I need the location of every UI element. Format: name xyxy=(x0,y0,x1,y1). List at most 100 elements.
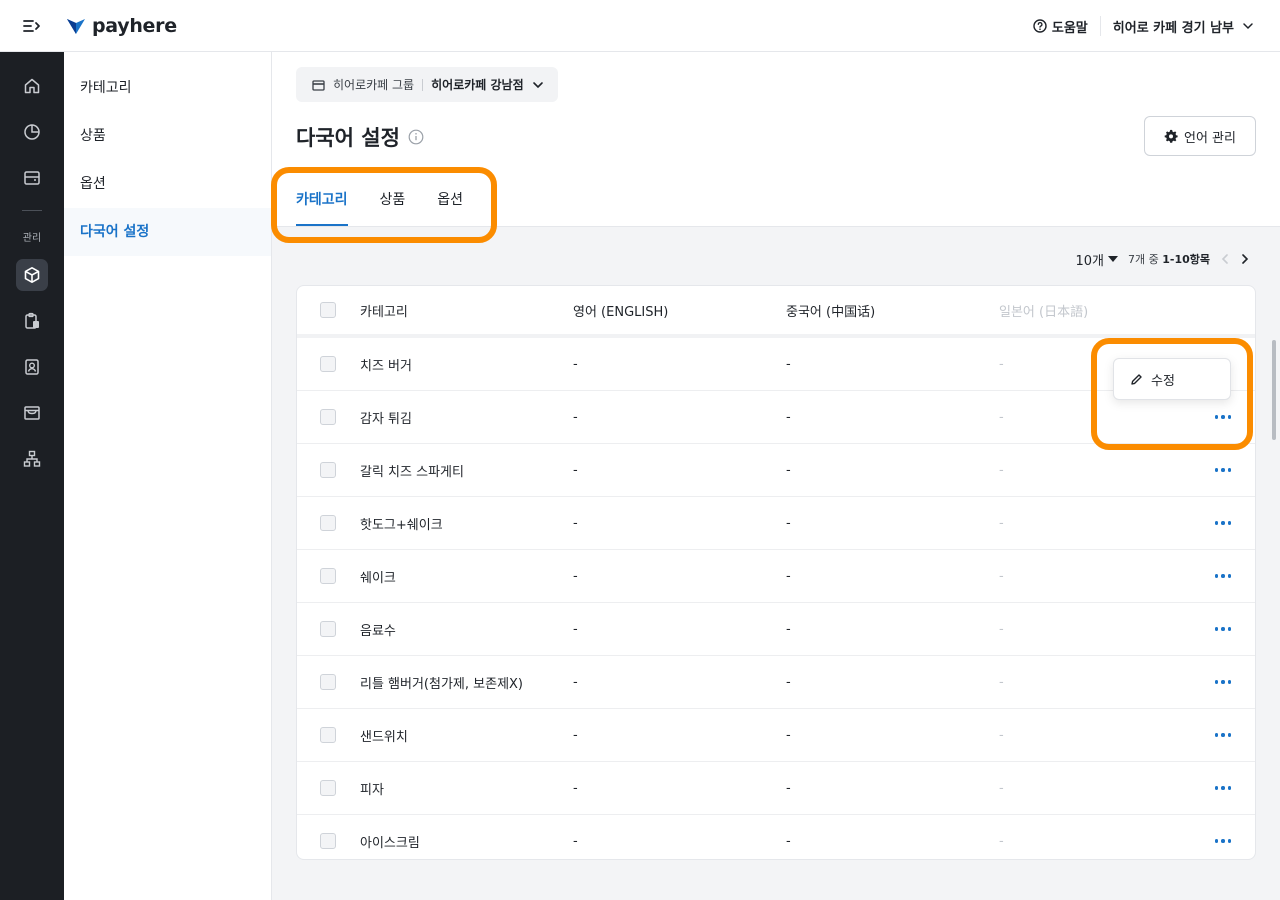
contact-icon[interactable] xyxy=(16,351,48,383)
row-checkbox[interactable] xyxy=(320,674,336,690)
cell-english: - xyxy=(573,515,578,531)
shop-icon xyxy=(312,79,325,91)
gear-icon xyxy=(1164,129,1178,143)
page-title-text: 다국어 설정 xyxy=(296,126,400,150)
column-header-chinese: 중국어 (中国话) xyxy=(786,304,876,320)
row-checkbox[interactable] xyxy=(320,727,336,743)
cell-japanese: - xyxy=(999,515,1004,531)
select-all-checkbox[interactable] xyxy=(320,302,336,318)
cell-japanese: - xyxy=(999,462,1004,478)
cell-chinese: - xyxy=(786,674,791,690)
cell-category: 리틀 햄버거(첨가제, 보존제X) xyxy=(360,676,524,692)
pie-chart-icon[interactable] xyxy=(16,116,48,148)
cell-category: 쉐이크 xyxy=(360,570,396,586)
table-row[interactable]: 리틀 햄버거(첨가제, 보존제X) - - - xyxy=(297,656,1255,709)
row-checkbox[interactable] xyxy=(320,780,336,796)
row-checkbox[interactable] xyxy=(320,568,336,584)
cube-icon[interactable] xyxy=(16,259,48,291)
cell-japanese: - xyxy=(999,833,1004,849)
breadcrumb-divider xyxy=(422,78,424,91)
more-options-icon[interactable] xyxy=(1214,680,1231,684)
page-total: 7개 중 xyxy=(1127,253,1159,266)
store-selector[interactable]: 히어로 카페 경기 남부 xyxy=(1101,17,1254,36)
home-icon[interactable] xyxy=(16,70,48,102)
cell-japanese: - xyxy=(999,568,1004,584)
cell-english: - xyxy=(573,674,578,690)
cell-category: 피자 xyxy=(360,782,384,798)
table-row[interactable]: 갈릭 치즈 스파게티 - - - xyxy=(297,444,1255,497)
cell-category: 아이스크림 xyxy=(360,835,420,851)
store-name-crumb: 히어로카페 강남점 xyxy=(431,78,524,92)
cell-japanese: - xyxy=(999,727,1004,743)
sidebar-item-product[interactable]: 상품 xyxy=(64,112,271,160)
more-options-icon[interactable] xyxy=(1214,839,1231,843)
sidebar-item-option[interactable]: 옵션 xyxy=(64,160,271,208)
cell-category: 감자 튀김 xyxy=(360,411,412,427)
store-breadcrumb[interactable]: 히어로카페 그룹 히어로카페 강남점 xyxy=(296,67,558,102)
cell-category: 핫도그+쉐이크 xyxy=(360,517,443,533)
page-size-select[interactable]: 10개 xyxy=(1075,250,1118,269)
table-row[interactable]: 아이스크림 - - - xyxy=(297,815,1255,859)
table-row[interactable]: 음료수 - - - xyxy=(297,603,1255,656)
row-checkbox[interactable] xyxy=(320,462,336,478)
brand-name: payhere xyxy=(92,14,177,37)
cell-chinese: - xyxy=(786,515,791,531)
table-row[interactable]: 핫도그+쉐이크 - - - xyxy=(297,497,1255,550)
cell-chinese: - xyxy=(786,356,791,372)
top-bar: payhere 도움말 히어로 카페 경기 남부 xyxy=(0,0,1280,52)
org-chart-icon[interactable] xyxy=(16,443,48,475)
cell-chinese: - xyxy=(786,833,791,849)
row-checkbox[interactable] xyxy=(320,409,336,425)
store-name: 히어로 카페 경기 남부 xyxy=(1112,20,1234,36)
cell-chinese: - xyxy=(786,621,791,637)
help-link[interactable]: 도움말 xyxy=(1033,16,1101,36)
more-options-icon[interactable] xyxy=(1214,468,1231,472)
chevron-left-icon[interactable] xyxy=(1220,253,1230,265)
page-range: 1-10항목 xyxy=(1162,253,1210,266)
cell-english: - xyxy=(573,621,578,637)
chevron-right-icon[interactable] xyxy=(1240,253,1250,265)
cell-english: - xyxy=(573,356,578,372)
help-label: 도움말 xyxy=(1051,20,1088,36)
table-header: 카테고리 영어 (ENGLISH) 중국어 (中国话) 일본어 (日本語) xyxy=(297,286,1255,338)
column-header-category: 카테고리 xyxy=(360,304,408,320)
pagination: 10개 7개 중 1-10항목 xyxy=(1075,250,1250,269)
cell-japanese: - xyxy=(999,621,1004,637)
row-checkbox[interactable] xyxy=(320,356,336,372)
more-options-icon[interactable] xyxy=(1214,574,1231,578)
more-options-icon[interactable] xyxy=(1214,521,1231,525)
page-range-info: 7개 중 1-10항목 xyxy=(1128,251,1210,267)
cell-chinese: - xyxy=(786,462,791,478)
sub-sidebar: 카테고리 상품 옵션 다국어 설정 xyxy=(64,52,272,900)
cell-english: - xyxy=(573,409,578,425)
brand-logo[interactable]: payhere xyxy=(66,15,177,37)
store-icon[interactable] xyxy=(16,397,48,429)
row-checkbox[interactable] xyxy=(320,621,336,637)
more-options-icon[interactable] xyxy=(1214,786,1231,790)
cell-category: 음료수 xyxy=(360,623,396,639)
more-options-icon[interactable] xyxy=(1214,733,1231,737)
cell-english: - xyxy=(573,780,578,796)
tabs-highlight-box xyxy=(271,167,497,243)
table-scrollbar[interactable] xyxy=(1272,340,1276,440)
table-row[interactable]: 샌드위치 - - - xyxy=(297,709,1255,762)
more-options-icon[interactable] xyxy=(1214,627,1231,631)
table-row[interactable]: 쉐이크 - - - xyxy=(297,550,1255,603)
sidebar-item-multilanguage[interactable]: 다국어 설정 xyxy=(64,208,271,256)
cell-category: 치즈 버거 xyxy=(360,358,412,374)
table-row[interactable]: 피자 - - - xyxy=(297,762,1255,815)
rail-section-label: 관리 xyxy=(22,233,42,244)
wallet-icon[interactable] xyxy=(16,162,48,194)
cell-chinese: - xyxy=(786,409,791,425)
cell-chinese: - xyxy=(786,727,791,743)
language-manage-label: 언어 관리 xyxy=(1184,130,1236,146)
menu-toggle-icon[interactable] xyxy=(0,0,64,52)
info-icon[interactable] xyxy=(408,129,424,145)
language-manage-button[interactable]: 언어 관리 xyxy=(1144,116,1256,156)
cell-japanese: - xyxy=(999,780,1004,796)
sidebar-item-category[interactable]: 카테고리 xyxy=(64,64,271,112)
clipboard-icon[interactable] xyxy=(16,305,48,337)
cell-category: 갈릭 치즈 스파게티 xyxy=(360,464,464,480)
row-checkbox[interactable] xyxy=(320,515,336,531)
row-checkbox[interactable] xyxy=(320,833,336,849)
